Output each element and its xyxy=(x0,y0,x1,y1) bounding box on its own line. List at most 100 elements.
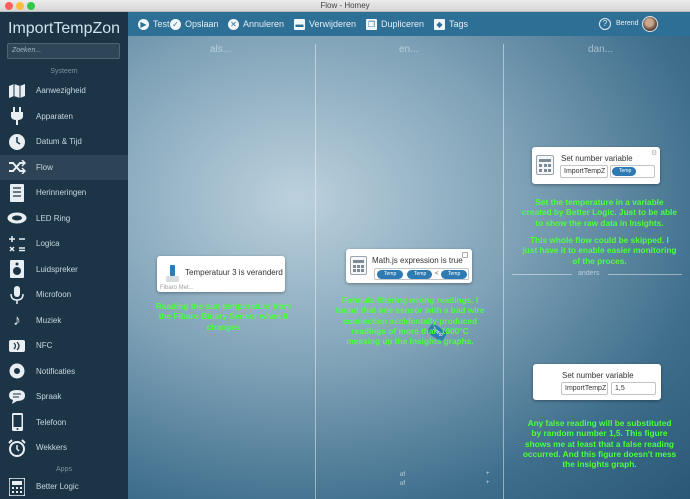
sidebar-item-spraak[interactable]: Spraak xyxy=(0,384,128,410)
sidebar-item-notificaties[interactable]: Notificaties xyxy=(0,359,128,385)
sidebar-item-label: Notificaties xyxy=(36,366,76,376)
temp-token[interactable]: Temp xyxy=(612,167,636,176)
fibaro-sensor-icon xyxy=(166,265,179,282)
then-action-card[interactable]: Set number variable ⚙ ImportTempZ Temp xyxy=(532,147,660,184)
sidebar-search-input[interactable]: Zoeken... xyxy=(7,43,120,59)
sidebar-item-herinneringen[interactable]: Herinneringen xyxy=(0,180,128,206)
flow-name-title[interactable]: ImportTempZon xyxy=(8,15,126,43)
trigger-title: Temperatuur 3 is veranderd xyxy=(185,268,283,277)
column-header-als: als... xyxy=(210,44,232,55)
then-action-note-2: This whole flow could be skipped. I just… xyxy=(522,235,677,266)
toolbar: ▶ Test ✓ Opslaan ✕ Annuleren ▬ Verwijder… xyxy=(128,12,690,36)
music-icon: ♪ xyxy=(13,311,21,329)
sidebar-item-label: Datum & Tijd xyxy=(36,137,82,147)
sidebar-item-label: Luidspreker xyxy=(36,264,78,274)
sidebar-item-label: LED Ring xyxy=(36,213,71,223)
trigger-note: Reading the sun temperature from the Fib… xyxy=(155,301,292,332)
calculator-icon xyxy=(6,476,28,498)
speaker-icon xyxy=(6,258,28,280)
play-icon: ▶ xyxy=(138,18,149,30)
duplicate-button[interactable]: ❐ Dupliceren xyxy=(366,12,424,36)
tags-button[interactable]: ◆ Tags xyxy=(434,12,468,36)
sidebar-item-aanwezigheid[interactable]: Aanwezigheid xyxy=(0,78,128,104)
variable-field[interactable]: ImportTempZ xyxy=(560,165,608,178)
calculator-icon xyxy=(350,256,367,275)
value-field[interactable]: 1,5 xyxy=(611,382,656,395)
or-label: of xyxy=(400,472,406,478)
condition-title: Math.js expression is true xyxy=(372,256,463,265)
condition-card[interactable]: Math.js expression is true Temp Temp < T… xyxy=(346,249,472,283)
settings-icon[interactable]: ⚙ xyxy=(651,149,657,157)
sidebar-item-datum-tijd[interactable]: Datum & Tijd xyxy=(0,129,128,155)
microphone-icon xyxy=(6,284,28,306)
sidebar-item-label: Wekkers xyxy=(36,443,67,453)
close-icon: ✕ xyxy=(228,18,239,30)
nfc-icon xyxy=(6,335,28,357)
sidebar-item-microfoon[interactable]: Microfoon xyxy=(0,282,128,308)
section-label-system: Systeem xyxy=(50,68,78,75)
temp-token[interactable]: Temp xyxy=(441,270,467,279)
flow-canvas: als... en... dan... anders Temperatuur 3… xyxy=(128,36,690,499)
else-action-title: Set number variable xyxy=(562,371,634,380)
column-header-en: en... xyxy=(399,44,419,55)
sidebar-item-better-logic[interactable]: Better Logic xyxy=(0,474,128,499)
sidebar-item-wekkers[interactable]: Wekkers xyxy=(0,435,128,461)
sidebar-item-label: Flow xyxy=(36,162,53,172)
sidebar-item-flow[interactable]: Flow xyxy=(0,154,128,180)
copy-icon: ❐ xyxy=(366,18,377,30)
sidebar-item-luidspreker[interactable]: Luidspreker xyxy=(0,257,128,283)
led-ring-icon xyxy=(6,207,28,229)
sidebar-item-nfc[interactable]: NFC xyxy=(0,333,128,359)
operator-text: < xyxy=(435,271,439,277)
speech-icon xyxy=(6,386,28,408)
sidebar-item-telefoon[interactable]: Telefoon xyxy=(0,410,128,436)
sidebar-item-label: Microfoon xyxy=(36,290,72,300)
separator-line xyxy=(608,274,682,275)
delete-button[interactable]: ▬ Verwijderen xyxy=(294,12,356,36)
cancel-button[interactable]: ✕ Annuleren xyxy=(228,12,284,36)
sidebar-item-label: Muziek xyxy=(36,315,62,325)
sidebar-item-led-ring[interactable]: LED Ring xyxy=(0,206,128,232)
value-field[interactable]: Temp xyxy=(610,165,655,178)
anders-label: anders xyxy=(578,270,600,277)
math-icon xyxy=(6,233,28,255)
add-card-button[interactable]: + xyxy=(486,471,490,477)
calculator-icon xyxy=(536,155,554,175)
expression-field[interactable]: Temp Temp < Temp xyxy=(374,268,469,280)
temp-token[interactable]: Temp xyxy=(377,270,403,279)
then-action-note: Set the temperature in a variable create… xyxy=(522,197,677,228)
phone-icon xyxy=(6,411,28,433)
test-button[interactable]: ▶ Test xyxy=(138,12,170,36)
bell-icon xyxy=(6,360,28,382)
window-title: Flow - Homey xyxy=(320,1,370,10)
sidebar-item-apparaten[interactable]: Apparaten xyxy=(0,104,128,130)
sidebar: ImportTempZon Zoeken... Systeem Aanwezig… xyxy=(0,12,128,499)
trash-icon: ▬ xyxy=(294,18,305,30)
add-card-button[interactable]: + xyxy=(486,480,490,486)
sidebar-item-label: Telefoon xyxy=(36,417,67,427)
user-name[interactable]: Berend xyxy=(616,12,639,36)
help-button[interactable]: ? xyxy=(599,18,611,30)
avatar[interactable] xyxy=(642,16,658,32)
sidebar-item-label: Better Logic xyxy=(36,482,79,491)
trigger-device-name: Fibaro Met... xyxy=(160,285,194,291)
save-button[interactable]: ✓ Opslaan xyxy=(170,12,219,36)
column-header-dan: dan... xyxy=(588,44,614,55)
else-action-card[interactable]: Set number variable ImportTempZ 1,5 xyxy=(533,364,661,400)
trigger-card[interactable]: Temperatuur 3 is veranderd Fibaro Met... xyxy=(157,256,285,292)
tag-icon: ◆ xyxy=(434,18,445,30)
sidebar-item-muziek[interactable]: ♪ Muziek xyxy=(0,308,128,334)
sidebar-item-label: Apparaten xyxy=(36,111,73,121)
sidebar-item-label: Spraak xyxy=(36,392,62,402)
alarm-icon xyxy=(6,437,28,459)
or-label: of xyxy=(400,481,406,487)
section-label-apps: Apps xyxy=(56,466,72,473)
invert-checkbox[interactable] xyxy=(462,252,468,258)
list-icon xyxy=(6,182,28,204)
sidebar-item-label: Herinneringen xyxy=(36,188,87,198)
window-titlebar: Flow - Homey xyxy=(0,0,690,12)
map-icon xyxy=(6,80,28,102)
variable-field[interactable]: ImportTempZ xyxy=(561,382,608,395)
sidebar-item-logica[interactable]: Logica xyxy=(0,231,128,257)
temp-token[interactable]: Temp xyxy=(407,270,432,279)
